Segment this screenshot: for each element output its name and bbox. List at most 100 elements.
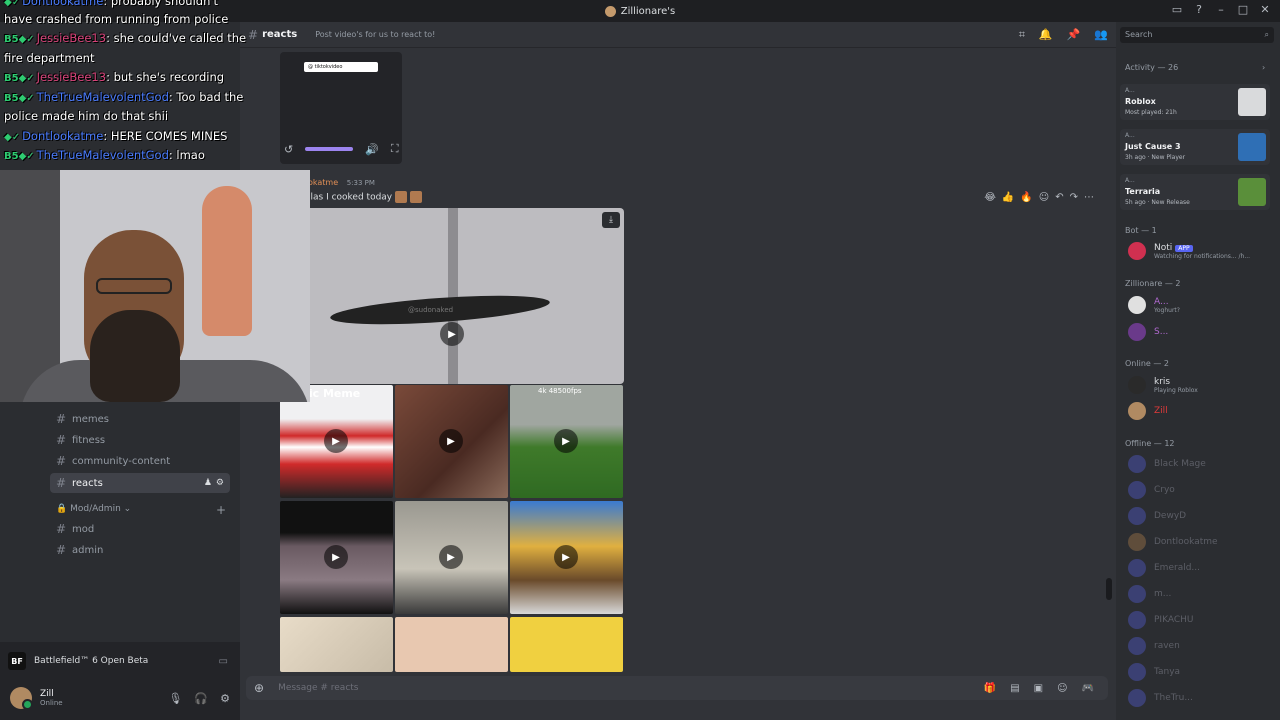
member-item[interactable]: Emerald... <box>1128 557 1274 579</box>
member-item[interactable]: A... Yoghurt? <box>1128 294 1274 316</box>
chat-line: B5◆✓ JessieBee13: she could've called the <box>4 31 246 45</box>
channel-admin[interactable]: # admin <box>50 540 230 560</box>
chat-line: B5◆✓ JessieBee13: but she's recording <box>4 70 224 84</box>
hash-icon: # <box>56 476 67 490</box>
message-composer[interactable]: ⊕ Message # reacts 🎁 ▤ ▣ ☺ 🎮 <box>246 676 1108 700</box>
inbox-icon[interactable]: ▭ <box>1170 3 1184 17</box>
add-attachment-icon[interactable]: ⊕ <box>254 681 264 695</box>
fire-reaction-icon[interactable]: 🔥 <box>1020 192 1032 203</box>
add-channel-button[interactable]: + <box>216 503 226 517</box>
thumbs-up-reaction-icon[interactable]: 👍 <box>1002 192 1014 203</box>
activity-card[interactable]: A... Terraria 5h ago · New Release <box>1120 174 1270 210</box>
microphone-icon[interactable]: 🎙 <box>168 692 182 705</box>
invite-icon[interactable]: ♟ <box>204 478 212 488</box>
avatar <box>1128 323 1146 341</box>
play-icon[interactable]: ▶ <box>439 545 463 569</box>
tile-caption: 4k 48500fps <box>538 387 582 395</box>
play-icon[interactable]: ▶ <box>554 545 578 569</box>
avatar <box>1128 637 1146 655</box>
video-tile[interactable]: 4k 48500fps ▶ <box>510 385 623 498</box>
channel-label: fitness <box>72 434 106 446</box>
member-item[interactable]: Black Mage <box>1128 453 1274 475</box>
user-settings-icon[interactable]: ⚙ <box>220 692 230 705</box>
settings-gear-icon[interactable]: ⚙ <box>216 478 224 488</box>
gift-icon[interactable]: 🎁 <box>984 683 996 694</box>
terraria-icon <box>1238 178 1266 206</box>
member-item[interactable]: Zill <box>1128 400 1274 422</box>
watermark: @sudonaked <box>408 306 454 314</box>
member-item[interactable]: kris Playing Roblox <box>1128 374 1274 396</box>
channel-reacts[interactable]: # reacts ♟ ⚙ <box>50 473 230 493</box>
activity-card[interactable]: A... Roblox Most played: 21h <box>1120 84 1270 120</box>
scrollbar[interactable] <box>1106 578 1112 600</box>
channel-fitness[interactable]: # fitness <box>50 430 230 450</box>
sticker-icon[interactable]: ▣ <box>1034 683 1043 694</box>
forward-icon[interactable]: ↷ <box>1070 192 1078 203</box>
member-item[interactable]: DewyD <box>1128 505 1274 527</box>
replay-icon[interactable]: ↺ <box>284 143 293 156</box>
progress-bar[interactable] <box>305 147 354 151</box>
channel-label: reacts <box>72 477 103 489</box>
joy-reaction-icon[interactable]: 😂 <box>984 192 996 203</box>
play-icon[interactable]: ▶ <box>324 545 348 569</box>
download-icon[interactable]: ⤓ <box>602 212 620 228</box>
chevron-right-icon[interactable]: › <box>1262 63 1265 72</box>
channel-community-content[interactable]: # community-content <box>50 451 230 471</box>
gif-icon[interactable]: ▤ <box>1010 683 1019 694</box>
offline-header: Offline — 12 <box>1125 439 1175 448</box>
channel-memes[interactable]: # memes <box>50 409 230 429</box>
member-item[interactable]: S... <box>1128 321 1274 343</box>
play-icon[interactable]: ▶ <box>324 429 348 453</box>
activity-user: A... <box>1125 177 1135 184</box>
close-button[interactable]: ✕ <box>1258 3 1272 17</box>
more-icon[interactable]: ⋯ <box>1084 192 1094 203</box>
main-video-embed[interactable]: @sudonaked ⤓ ▶ <box>280 208 624 384</box>
help-icon[interactable]: ? <box>1192 3 1206 17</box>
play-icon[interactable]: ▶ <box>439 429 463 453</box>
tiktok-banner: @ tiktokvideo <box>304 62 378 72</box>
member-item[interactable]: TheTru... <box>1128 687 1274 709</box>
reply-icon[interactable]: ↶ <box>1055 192 1063 203</box>
member-item[interactable]: Cryo <box>1128 479 1274 501</box>
member-item[interactable]: PIKACHU <box>1128 609 1274 631</box>
video-tile[interactable] <box>395 617 508 672</box>
member-item[interactable]: m... <box>1128 583 1274 605</box>
search-input[interactable]: Search ⌕ <box>1120 27 1274 43</box>
member-item[interactable]: Dontlookatme <box>1128 531 1274 553</box>
maximize-button[interactable]: □ <box>1236 3 1250 17</box>
apps-icon[interactable]: 🎮 <box>1082 683 1094 694</box>
activity-card[interactable]: A... Just Cause 3 3h ago · New Player <box>1120 129 1270 165</box>
chat-user: TheTrueMalevolentGod <box>36 90 169 104</box>
play-icon[interactable]: ▶ <box>554 429 578 453</box>
message-author[interactable]: okatme <box>308 178 338 187</box>
video-tile[interactable] <box>510 617 623 672</box>
threads-icon[interactable]: ⌗ <box>1019 28 1025 42</box>
user-info[interactable]: Zill Online 🎙 🎧 ⚙ <box>10 684 230 712</box>
member-item[interactable]: raven <box>1128 635 1274 657</box>
channel-mod[interactable]: # mod <box>50 519 230 539</box>
bell-icon[interactable]: 🔔 <box>1039 28 1053 42</box>
video-tile[interactable]: ▶ <box>280 501 393 614</box>
avatar <box>10 687 33 710</box>
fullscreen-icon[interactable]: ⛶ <box>391 142 399 156</box>
chat-text: : HERE COMES MINES <box>103 129 228 143</box>
member-list-icon[interactable]: 👥 <box>1094 28 1108 42</box>
chat-line: fire department <box>4 51 94 65</box>
member-name: kris <box>1154 376 1171 387</box>
member-item[interactable]: Tanya <box>1128 661 1274 683</box>
volume-icon[interactable]: 🔊 <box>365 143 379 156</box>
add-reaction-icon[interactable]: ☺ <box>1039 192 1049 203</box>
activity-status[interactable]: BF Battlefield™ 6 Open Beta ▭ <box>8 650 228 672</box>
video-tile[interactable]: ▶ <box>510 501 623 614</box>
emoji-picker-icon[interactable]: ☺ <box>1057 683 1067 694</box>
video-tile[interactable]: ▶ <box>395 501 508 614</box>
category-mod-admin[interactable]: 🔒 Mod/Admin ⌄ <box>56 504 131 514</box>
minimize-button[interactable]: – <box>1214 3 1228 17</box>
pin-icon[interactable]: 📌 <box>1067 28 1081 42</box>
activity-card-icon[interactable]: ▭ <box>219 656 228 667</box>
member-item[interactable]: Noti APP Watching for notifications... /h… <box>1128 240 1274 262</box>
play-icon[interactable]: ▶ <box>440 322 464 346</box>
video-tile[interactable] <box>280 617 393 672</box>
headphones-icon[interactable]: 🎧 <box>194 692 208 705</box>
video-tile[interactable]: ▶ <box>395 385 508 498</box>
